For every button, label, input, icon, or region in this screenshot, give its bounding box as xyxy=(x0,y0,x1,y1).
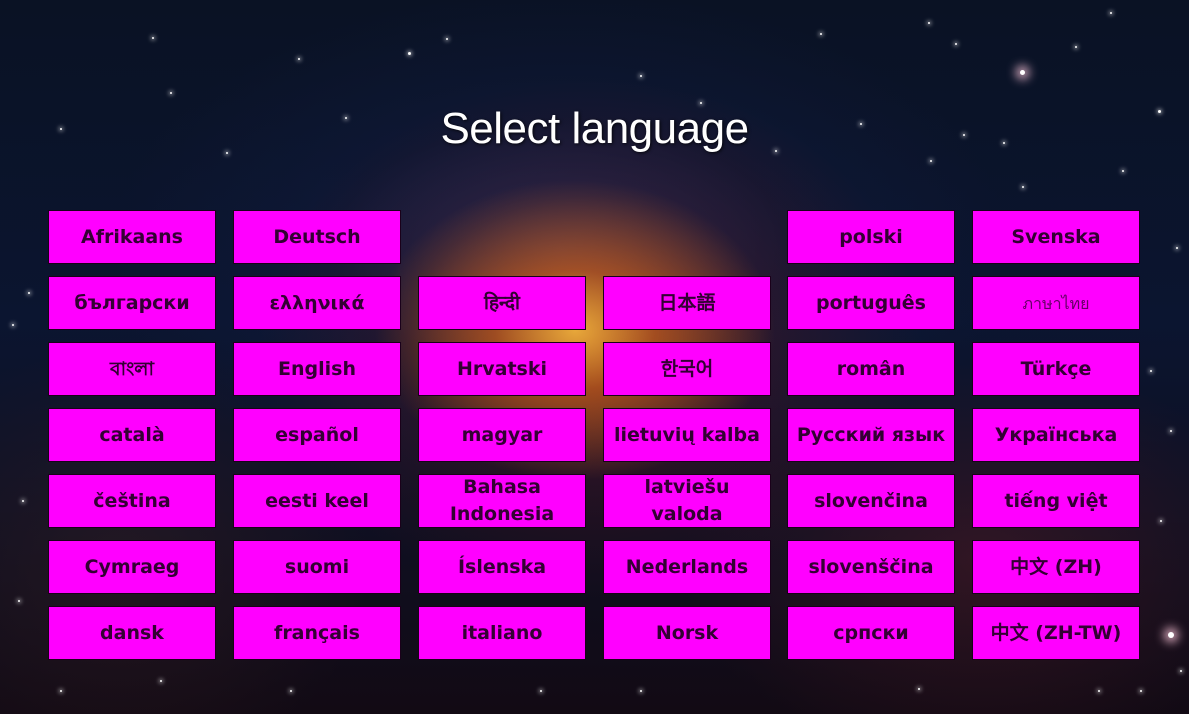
star xyxy=(290,690,292,692)
language-button[interactable]: slovenčina xyxy=(787,474,955,528)
language-button[interactable]: 日本語 xyxy=(603,276,771,330)
star xyxy=(22,500,24,502)
star xyxy=(1140,690,1142,692)
language-button[interactable]: magyar xyxy=(418,408,586,462)
language-button[interactable]: Norsk xyxy=(603,606,771,660)
star xyxy=(955,43,957,45)
language-button[interactable]: latviešu valoda xyxy=(603,474,771,528)
language-button[interactable]: български xyxy=(48,276,216,330)
star xyxy=(918,688,920,690)
language-button[interactable]: ภาษาไทย xyxy=(972,276,1140,330)
language-button[interactable]: 中文 (ZH-TW) xyxy=(972,606,1140,660)
star xyxy=(1098,690,1100,692)
language-button[interactable]: català xyxy=(48,408,216,462)
language-button[interactable]: português xyxy=(787,276,955,330)
language-button[interactable]: dansk xyxy=(48,606,216,660)
language-button[interactable]: 中文 (ZH) xyxy=(972,540,1140,594)
language-button[interactable]: tiếng việt xyxy=(972,474,1140,528)
language-button[interactable]: Bahasa Indonesia xyxy=(418,474,586,528)
star xyxy=(446,38,448,40)
language-button[interactable]: Hrvatski xyxy=(418,342,586,396)
language-button[interactable]: français xyxy=(233,606,401,660)
star xyxy=(18,600,20,602)
language-button[interactable]: polski xyxy=(787,210,955,264)
star xyxy=(928,22,930,24)
star xyxy=(640,690,642,692)
star xyxy=(1160,520,1162,522)
language-button[interactable]: român xyxy=(787,342,955,396)
star xyxy=(1180,670,1182,672)
language-button[interactable]: Svenska xyxy=(972,210,1140,264)
language-button[interactable]: italiano xyxy=(418,606,586,660)
star xyxy=(1022,186,1024,188)
language-button[interactable]: Afrikaans xyxy=(48,210,216,264)
language-button[interactable]: lietuvių kalba xyxy=(603,408,771,462)
star xyxy=(1168,632,1174,638)
star xyxy=(60,690,62,692)
star xyxy=(1020,70,1025,75)
language-button[interactable]: हिन्दी xyxy=(418,276,586,330)
star xyxy=(170,92,172,94)
star xyxy=(1110,12,1112,14)
star xyxy=(930,160,932,162)
star xyxy=(28,292,30,294)
language-button[interactable]: eesti keel xyxy=(233,474,401,528)
language-button[interactable]: español xyxy=(233,408,401,462)
star xyxy=(160,680,162,682)
page-title: Select language xyxy=(440,104,749,153)
star xyxy=(1170,430,1172,432)
language-button[interactable]: Cymraeg xyxy=(48,540,216,594)
language-button[interactable]: slovenščina xyxy=(787,540,955,594)
star xyxy=(1150,370,1152,372)
language-button[interactable]: čeština xyxy=(48,474,216,528)
star xyxy=(408,52,411,55)
language-button[interactable]: српски xyxy=(787,606,955,660)
language-button[interactable]: suomi xyxy=(233,540,401,594)
star xyxy=(1075,46,1077,48)
star xyxy=(298,58,300,60)
star xyxy=(540,690,542,692)
language-button[interactable]: Deutsch xyxy=(233,210,401,264)
star xyxy=(1122,170,1124,172)
language-button[interactable]: ελληνικά xyxy=(233,276,401,330)
star xyxy=(640,75,642,77)
language-button[interactable]: English xyxy=(233,342,401,396)
star xyxy=(1176,247,1178,249)
language-button[interactable]: Українська xyxy=(972,408,1140,462)
language-button[interactable]: 한국어 xyxy=(603,342,771,396)
star xyxy=(12,324,14,326)
star xyxy=(820,33,822,35)
language-button[interactable]: Íslenska xyxy=(418,540,586,594)
language-button[interactable]: Nederlands xyxy=(603,540,771,594)
language-button[interactable]: Türkçe xyxy=(972,342,1140,396)
language-button[interactable]: বাংলা xyxy=(48,342,216,396)
star xyxy=(152,37,154,39)
language-button[interactable]: Русский язык xyxy=(787,408,955,462)
